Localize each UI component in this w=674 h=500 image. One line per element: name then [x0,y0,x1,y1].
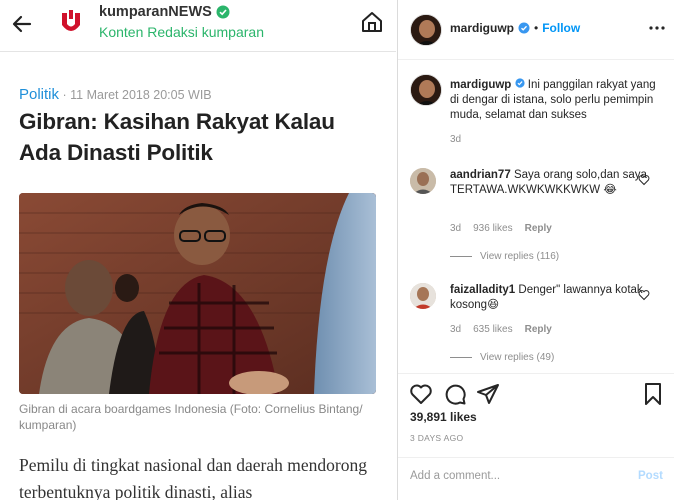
comment-time: 3d [450,223,462,234]
back-arrow-icon[interactable] [10,12,34,36]
bookmark-icon[interactable] [641,382,665,406]
comment-text: faizalladity1 Denger" lawannya kotak kos… [450,283,650,313]
add-comment-input[interactable] [410,470,610,482]
more-options-icon[interactable] [648,19,666,37]
post-header: mardiguwp • Follow [398,0,674,60]
source-subtitle: Konten Redaksi kumparan [99,24,264,40]
follow-button[interactable]: Follow [542,21,580,35]
post-timestamp: 3 DAYS AGO [410,433,464,443]
reply-button[interactable]: Reply [525,324,552,335]
article-photo [19,193,376,394]
heart-icon[interactable] [409,382,433,406]
kumparan-logo [62,10,80,31]
comment-icon[interactable] [443,382,467,406]
post-username-row: mardiguwp • Follow [450,21,580,35]
verified-badge-icon [216,5,230,19]
comment-time: 3d [450,324,462,335]
article-topbar: kumparanNEWS Konten Redaksi kumparan [0,0,396,52]
verified-badge-icon [518,22,530,34]
reply-button[interactable]: Reply [525,223,552,234]
comment-meta: 3d 635 likes Reply [450,324,552,335]
likes-count[interactable]: 39,891 likes [410,410,477,424]
heart-icon[interactable] [638,174,650,186]
home-icon[interactable] [360,10,384,34]
heart-icon[interactable] [638,289,650,301]
avatar[interactable] [410,74,442,106]
verified-badge-icon [514,78,525,88]
instagram-panel: mardiguwp • Follow mardiguwp Ini panggil… [397,0,674,500]
comment-likes[interactable]: 635 likes [473,324,512,335]
view-replies-label[interactable]: View replies (116) [480,251,559,262]
separator-dot: • [534,21,539,35]
caption-text: mardiguwp Ini panggilan rakyat yang di d… [450,78,665,123]
avatar[interactable] [410,283,436,309]
publish-date: · 11 Maret 2018 20:05 WIB [59,88,212,102]
photo-caption: Gibran di acara boardgames Indonesia (Fo… [19,402,363,432]
article-body: Pemilu di tingkat nasional dan daerah me… [19,455,367,500]
share-icon[interactable] [476,382,500,406]
comment-username[interactable]: aandrian77 [450,169,511,181]
comment-username[interactable]: faizalladity1 [450,284,515,296]
avatar[interactable] [410,168,436,194]
post-actions: 39,891 likes 3 DAYS AGO Post [398,373,674,500]
divider [450,357,472,358]
comment-likes[interactable]: 936 likes [473,223,512,234]
avatar[interactable] [410,14,442,46]
post-button[interactable]: Post [638,470,663,482]
comment-text: aandrian77 Saya orang solo,dan saya TERT… [450,168,650,198]
view-replies-label[interactable]: View replies (49) [480,352,554,363]
caption-username[interactable]: mardiguwp [450,79,511,91]
article-meta: Politik · 11 Maret 2018 20:05 WIB [19,86,212,103]
category-link[interactable]: Politik [19,86,59,103]
post-username[interactable]: mardiguwp [450,21,514,35]
caption-time: 3d [450,134,462,145]
add-comment-bar: Post [398,457,674,500]
article-panel: kumparanNEWS Konten Redaksi kumparan Pol… [0,0,396,500]
divider [450,256,472,257]
source-name[interactable]: kumparanNEWS [99,4,230,20]
article-headline: Gibran: Kasihan Rakyat Kalau Ada Dinasti… [19,109,335,165]
comment-meta: 3d 936 likes Reply [450,223,552,234]
source-name-text[interactable]: kumparanNEWS [99,4,212,20]
view-replies-button[interactable]: View replies (116) [450,251,559,262]
view-replies-button[interactable]: View replies (49) [450,352,554,363]
